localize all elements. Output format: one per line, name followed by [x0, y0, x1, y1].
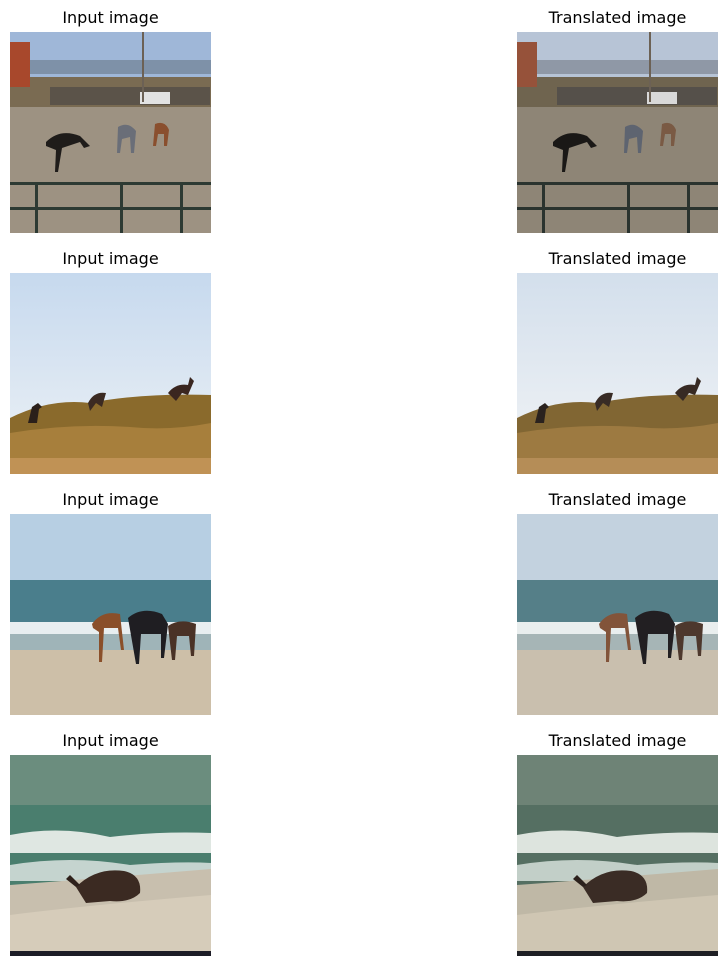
translated-image-title: Translated image [548, 8, 687, 27]
input-image-hill [10, 273, 211, 474]
input-image-title: Input image [62, 8, 159, 27]
translated-image-title: Translated image [548, 490, 687, 509]
translated-image-rodeo [517, 32, 718, 233]
input-image-beach [10, 514, 211, 715]
translated-image-title: Translated image [548, 731, 687, 750]
input-image-rolling-horse [10, 755, 211, 956]
input-image-title: Input image [62, 490, 159, 509]
translated-image-rolling-horse [517, 755, 718, 956]
translated-image-beach [517, 514, 718, 715]
translated-image-hill [517, 273, 718, 474]
input-image-title: Input image [62, 731, 159, 750]
translated-image-title: Translated image [548, 249, 687, 268]
input-image-rodeo [10, 32, 211, 233]
input-image-title: Input image [62, 249, 159, 268]
